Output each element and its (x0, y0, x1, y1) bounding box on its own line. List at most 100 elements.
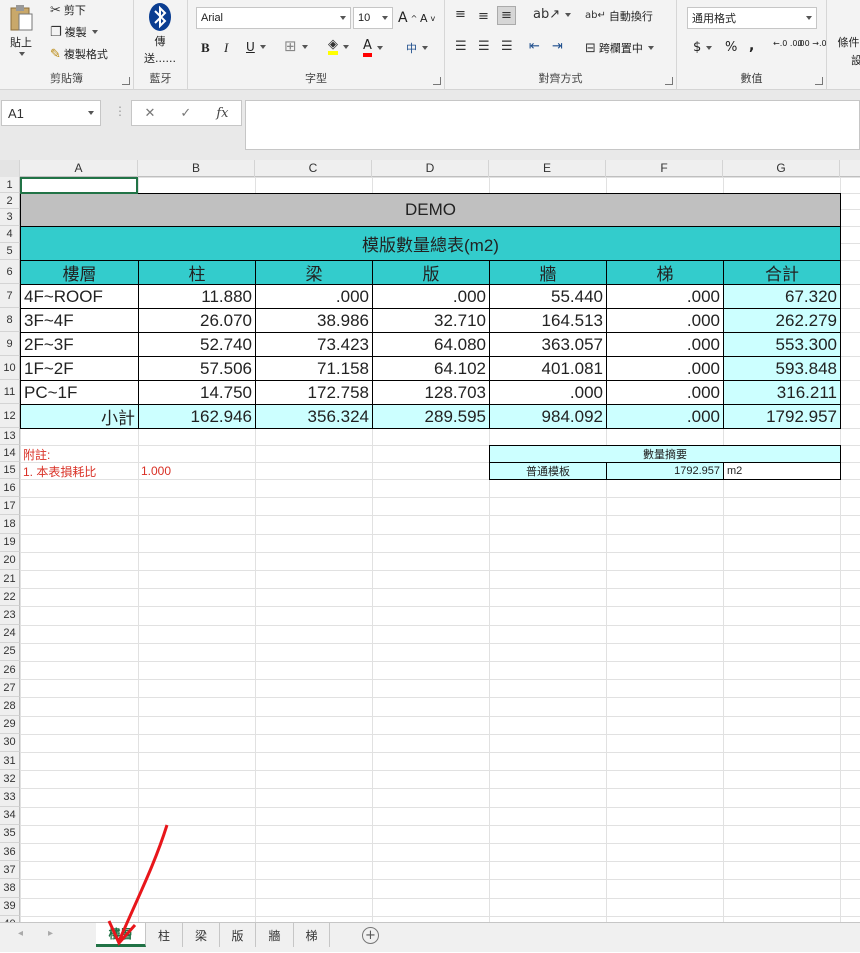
title-cell[interactable]: DEMO (20, 193, 841, 227)
select-all-corner[interactable] (0, 160, 20, 177)
sheet-tab-3[interactable]: 梁 (183, 923, 220, 947)
value-cell[interactable]: .000 (489, 380, 607, 405)
row-header-6[interactable]: 6 (0, 260, 20, 284)
bold-button[interactable]: B (201, 40, 210, 56)
row-header-4[interactable]: 4 (0, 226, 20, 243)
note-item-cell[interactable]: 1. 本表損耗比 (20, 462, 139, 480)
value-cell[interactable]: 401.081 (489, 356, 607, 381)
currency-button[interactable]: $ (693, 40, 713, 55)
floor-cell[interactable]: PC~1F (20, 380, 139, 405)
value-cell[interactable]: 14.750 (138, 380, 256, 405)
row-header-27[interactable]: 27 (0, 679, 20, 698)
subtotal-cell[interactable]: 984.092 (489, 404, 607, 429)
insert-function-icon[interactable]: fx (216, 106, 228, 121)
value-cell[interactable]: 262.279 (723, 308, 841, 333)
value-cell[interactable]: .000 (606, 332, 724, 357)
value-cell[interactable]: 67.320 (723, 284, 841, 309)
floor-cell[interactable]: 4F~ROOF (20, 284, 139, 309)
row-header-37[interactable]: 37 (0, 861, 20, 880)
subtitle-cell[interactable]: 模版數量總表(m2) (20, 226, 841, 261)
value-cell[interactable]: .000 (606, 380, 724, 405)
row-header-34[interactable]: 34 (0, 806, 20, 825)
bluetooth-send-button[interactable]: 傳 送...... (144, 2, 176, 66)
row-header-17[interactable]: 17 (0, 497, 20, 516)
scroll-left-icon[interactable]: ◂ (18, 928, 23, 939)
floor-cell[interactable]: 3F~4F (20, 308, 139, 333)
value-cell[interactable]: 73.423 (255, 332, 373, 357)
align-center-button[interactable]: ☰ (478, 40, 490, 53)
value-cell[interactable]: 71.158 (255, 356, 373, 381)
copy-button[interactable]: ❐ 複製 (50, 24, 98, 40)
header-cell[interactable]: 梯 (606, 260, 724, 285)
align-left-button[interactable]: ☰ (455, 40, 467, 53)
subtotal-cell[interactable]: 1792.957 (723, 404, 841, 429)
underline-button[interactable]: U (246, 40, 266, 54)
row-header-13[interactable]: 13 (0, 428, 20, 445)
row-header-35[interactable]: 35 (0, 824, 20, 843)
name-box[interactable]: A1 (1, 100, 101, 126)
value-cell[interactable]: 38.986 (255, 308, 373, 333)
clipboard-launcher[interactable] (122, 77, 130, 85)
summary-item-cell[interactable]: 普通模板 (489, 462, 607, 480)
value-cell[interactable]: .000 (606, 308, 724, 333)
italic-button[interactable]: I (224, 40, 228, 56)
value-cell[interactable]: 172.758 (255, 380, 373, 405)
summary-title-cell[interactable]: 數量摘要 (489, 445, 841, 463)
row-header-25[interactable]: 25 (0, 642, 20, 661)
fill-color-button[interactable]: ◈ (328, 38, 349, 55)
wrap-text-button[interactable]: ab↵ 自動換行 (585, 8, 653, 24)
decrease-decimal-button[interactable]: .00 →.0 (797, 40, 827, 48)
column-header-e[interactable]: E (489, 160, 606, 177)
row-header-33[interactable]: 33 (0, 788, 20, 807)
header-cell[interactable]: 版 (372, 260, 490, 285)
column-header-f[interactable]: F (606, 160, 723, 177)
row-header-15[interactable]: 15 (0, 462, 20, 479)
align-bottom-button[interactable]: ≡ (497, 6, 516, 25)
alignment-launcher[interactable] (665, 77, 673, 85)
column-header-b[interactable]: B (138, 160, 255, 177)
row-header-31[interactable]: 31 (0, 752, 20, 771)
row-header-16[interactable]: 16 (0, 479, 20, 498)
scroll-right-icon[interactable]: ▸ (48, 928, 53, 939)
enter-icon[interactable]: ✓ (180, 106, 191, 121)
align-top-button[interactable]: ≡ (455, 8, 466, 21)
align-middle-button[interactable]: ≡ (478, 10, 489, 23)
value-cell[interactable]: 64.080 (372, 332, 490, 357)
subtotal-cell[interactable]: .000 (606, 404, 724, 429)
grow-font-button[interactable]: A ^ (398, 10, 417, 26)
value-cell[interactable]: .000 (255, 284, 373, 309)
font-color-button[interactable]: A (363, 38, 383, 57)
row-header-11[interactable]: 11 (0, 380, 20, 404)
row-header-5[interactable]: 5 (0, 243, 20, 260)
borders-button[interactable]: ⊞ (284, 39, 308, 54)
row-header-30[interactable]: 30 (0, 733, 20, 752)
shrink-font-button[interactable]: Av (420, 12, 435, 25)
sheet-tab-5[interactable]: 牆 (256, 923, 294, 947)
header-cell[interactable]: 樓層 (20, 260, 139, 285)
row-header-38[interactable]: 38 (0, 879, 20, 898)
row-header-10[interactable]: 10 (0, 356, 20, 380)
phonetic-button[interactable]: 中 (406, 40, 428, 56)
value-cell[interactable]: 55.440 (489, 284, 607, 309)
cut-button[interactable]: ✂ 剪下 (50, 2, 86, 18)
subtotal-cell[interactable]: 289.595 (372, 404, 490, 429)
paste-button[interactable]: 貼上 (8, 4, 34, 56)
value-cell[interactable]: 164.513 (489, 308, 607, 333)
floor-cell[interactable]: 1F~2F (20, 356, 139, 381)
subtotal-cell[interactable]: 356.324 (255, 404, 373, 429)
row-header-7[interactable]: 7 (0, 284, 20, 308)
row-header-36[interactable]: 36 (0, 843, 20, 862)
value-cell[interactable]: .000 (372, 284, 490, 309)
row-header-22[interactable]: 22 (0, 588, 20, 607)
number-launcher[interactable] (815, 77, 823, 85)
sheet-tab-6[interactable]: 梯 (294, 923, 330, 947)
summary-value-cell[interactable]: 1792.957 (606, 462, 724, 480)
row-header-26[interactable]: 26 (0, 661, 20, 680)
note-label-cell[interactable]: 附註: (20, 445, 139, 463)
row-header-24[interactable]: 24 (0, 624, 20, 643)
row-header-20[interactable]: 20 (0, 551, 20, 570)
header-cell[interactable]: 梁 (255, 260, 373, 285)
column-header-d[interactable]: D (372, 160, 489, 177)
row-header-3[interactable]: 3 (0, 209, 20, 226)
formula-input[interactable] (245, 100, 860, 150)
